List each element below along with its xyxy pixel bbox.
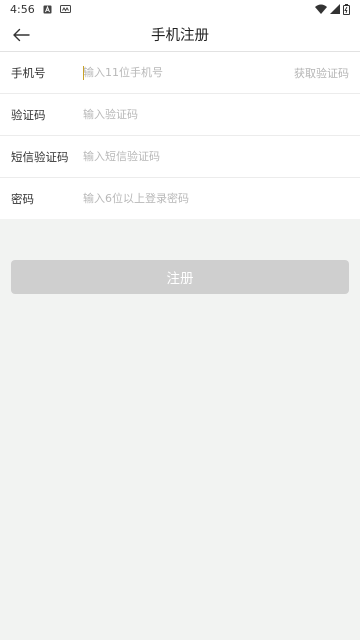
notification-a-icon [43, 5, 52, 14]
captcha-input[interactable] [83, 94, 349, 135]
password-input[interactable] [83, 178, 349, 219]
status-left: 4:56 [10, 3, 71, 16]
battery-icon [343, 3, 350, 15]
registration-form: 手机号 获取验证码 验证码 短信验证码 密码 [0, 52, 360, 219]
app-bar: 手机注册 [0, 18, 360, 52]
status-time: 4:56 [10, 2, 35, 16]
sms-code-input[interactable] [83, 136, 349, 177]
page-title: 手机注册 [151, 28, 209, 44]
cell-signal-icon [330, 4, 340, 14]
captcha-row: 验证码 [0, 94, 360, 136]
password-label: 密码 [11, 191, 34, 206]
arrow-left-icon [13, 28, 30, 42]
wifi-icon [315, 4, 327, 14]
status-right [315, 3, 350, 15]
notification-bars-icon [59, 5, 71, 13]
text-cursor [83, 66, 84, 80]
get-code-button[interactable]: 获取验证码 [294, 65, 349, 81]
sms-code-label: 短信验证码 [11, 149, 69, 164]
back-button[interactable] [8, 22, 34, 48]
phone-label: 手机号 [11, 65, 46, 80]
phone-input[interactable] [83, 52, 294, 93]
phone-row: 手机号 获取验证码 [0, 52, 360, 94]
password-row: 密码 [0, 178, 360, 219]
status-bar: 4:56 [0, 0, 360, 18]
register-button[interactable]: 注册 [11, 260, 349, 294]
sms-code-row: 短信验证码 [0, 136, 360, 178]
captcha-label: 验证码 [11, 107, 46, 122]
